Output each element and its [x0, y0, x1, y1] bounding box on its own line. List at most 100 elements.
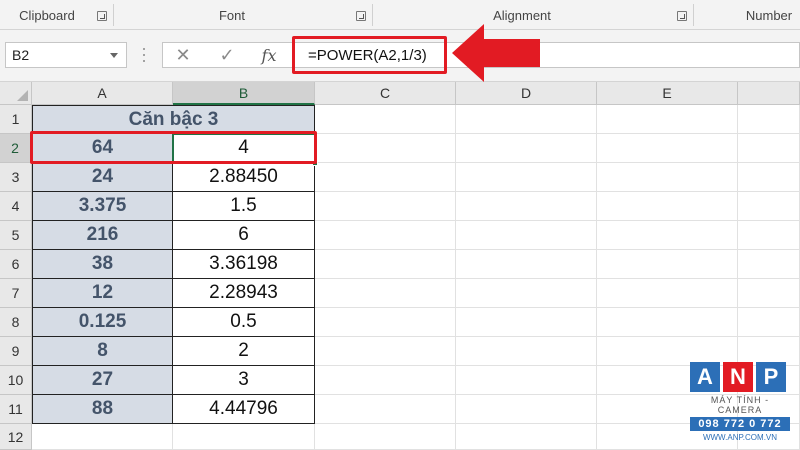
empty-cell[interactable] [456, 308, 597, 337]
empty-cell[interactable] [315, 424, 456, 450]
empty-cell[interactable] [738, 308, 800, 337]
row-header-6[interactable]: 6 [0, 250, 32, 279]
empty-cell[interactable] [597, 308, 738, 337]
column-header-b[interactable]: B [173, 82, 315, 105]
empty-cell[interactable] [597, 134, 738, 163]
empty-cell[interactable] [597, 221, 738, 250]
table-cell-a[interactable]: 3.375 [32, 192, 173, 221]
empty-cell[interactable] [315, 366, 456, 395]
empty-cell[interactable] [456, 221, 597, 250]
column-header-d[interactable]: D [456, 82, 597, 105]
row-header-8[interactable]: 8 [0, 308, 32, 337]
empty-cell[interactable] [315, 134, 456, 163]
empty-cell[interactable] [456, 337, 597, 366]
empty-cell[interactable] [456, 395, 597, 424]
empty-cell[interactable] [315, 395, 456, 424]
table-cell-b[interactable]: 2.88450 [173, 163, 315, 192]
arrow-left-icon [452, 24, 540, 82]
ribbon-group-strip: Clipboard Font Alignment Number [0, 0, 800, 30]
table-cell-a[interactable]: 216 [32, 221, 173, 250]
empty-cell[interactable] [315, 337, 456, 366]
formula-bar-resize-handle[interactable] [142, 48, 146, 62]
empty-cell[interactable] [456, 105, 597, 134]
clipboard-launcher-icon[interactable] [97, 11, 107, 21]
row-header-5[interactable]: 5 [0, 221, 32, 250]
table-cell-b[interactable]: 3 [173, 366, 315, 395]
table-cell-b[interactable]: 6 [173, 221, 315, 250]
row-header-1[interactable]: 1 [0, 105, 32, 134]
empty-cell[interactable] [456, 163, 597, 192]
table-cell-a[interactable]: 8 [32, 337, 173, 366]
row-highlight-box [30, 131, 317, 164]
logo-letter-n: N [723, 362, 753, 392]
empty-cell[interactable] [597, 250, 738, 279]
empty-cell[interactable] [32, 424, 173, 450]
empty-cell[interactable] [315, 221, 456, 250]
logo-letter-p: P [756, 362, 786, 392]
ribbon-group-clipboard: Clipboard [19, 7, 75, 23]
row-header-11[interactable]: 11 [0, 395, 32, 424]
logo-letter-a: A [690, 362, 720, 392]
empty-cell[interactable] [456, 250, 597, 279]
column-header-e[interactable]: E [597, 82, 738, 105]
enter-icon[interactable]: ✓ [216, 42, 238, 68]
row-header-4[interactable]: 4 [0, 192, 32, 221]
empty-cell[interactable] [315, 105, 456, 134]
row-header-10[interactable]: 10 [0, 366, 32, 395]
empty-cell[interactable] [456, 366, 597, 395]
empty-cell[interactable] [315, 163, 456, 192]
empty-cell[interactable] [315, 279, 456, 308]
empty-cell[interactable] [456, 279, 597, 308]
font-launcher-icon[interactable] [356, 11, 366, 21]
table-cell-b[interactable]: 2 [173, 337, 315, 366]
table-cell-b[interactable]: 2.28943 [173, 279, 315, 308]
table-cell-b[interactable]: 4.44796 [173, 395, 315, 424]
formula-highlight-box [292, 36, 447, 74]
empty-cell[interactable] [738, 134, 800, 163]
chevron-down-icon[interactable] [110, 53, 118, 58]
alignment-launcher-icon[interactable] [677, 11, 687, 21]
insert-function-icon[interactable]: fx [258, 42, 280, 68]
table-cell-b[interactable]: 0.5 [173, 308, 315, 337]
row-header-9[interactable]: 9 [0, 337, 32, 366]
row-header-12[interactable]: 12 [0, 424, 32, 450]
name-box[interactable]: B2 [5, 42, 127, 68]
select-all-button[interactable] [0, 82, 32, 105]
table-cell-b[interactable]: 3.36198 [173, 250, 315, 279]
column-header-a[interactable]: A [32, 82, 173, 105]
table-cell-a[interactable]: 27 [32, 366, 173, 395]
column-header-f[interactable] [738, 82, 800, 105]
anp-logo: A N P MÁY TÍNH - CAMERA 098 772 0 772 WW… [690, 362, 790, 442]
empty-cell[interactable] [738, 163, 800, 192]
empty-cell[interactable] [456, 424, 597, 450]
row-header-2[interactable]: 2 [0, 134, 32, 163]
empty-cell[interactable] [597, 279, 738, 308]
empty-cell[interactable] [738, 192, 800, 221]
empty-cell[interactable] [597, 105, 738, 134]
empty-cell[interactable] [315, 192, 456, 221]
empty-cell[interactable] [173, 424, 315, 450]
row-header-7[interactable]: 7 [0, 279, 32, 308]
logo-tagline: MÁY TÍNH - CAMERA [710, 395, 770, 415]
empty-cell[interactable] [456, 192, 597, 221]
empty-cell[interactable] [738, 105, 800, 134]
empty-cell[interactable] [315, 250, 456, 279]
empty-cell[interactable] [315, 308, 456, 337]
table-cell-a[interactable]: 38 [32, 250, 173, 279]
table-cell-a[interactable]: 24 [32, 163, 173, 192]
table-cell-a[interactable]: 0.125 [32, 308, 173, 337]
column-header-c[interactable]: C [315, 82, 456, 105]
empty-cell[interactable] [456, 134, 597, 163]
empty-cell[interactable] [597, 192, 738, 221]
empty-cell[interactable] [597, 163, 738, 192]
table-cell-b[interactable]: 1.5 [173, 192, 315, 221]
table-title-cell[interactable]: Căn bậc 3 [32, 105, 315, 134]
table-cell-a[interactable]: 12 [32, 279, 173, 308]
table-cell-a[interactable]: 88 [32, 395, 173, 424]
ribbon-group-number: Number [745, 7, 793, 23]
empty-cell[interactable] [738, 279, 800, 308]
row-header-3[interactable]: 3 [0, 163, 32, 192]
empty-cell[interactable] [738, 250, 800, 279]
empty-cell[interactable] [738, 221, 800, 250]
cancel-icon[interactable]: ✕ [172, 42, 194, 68]
